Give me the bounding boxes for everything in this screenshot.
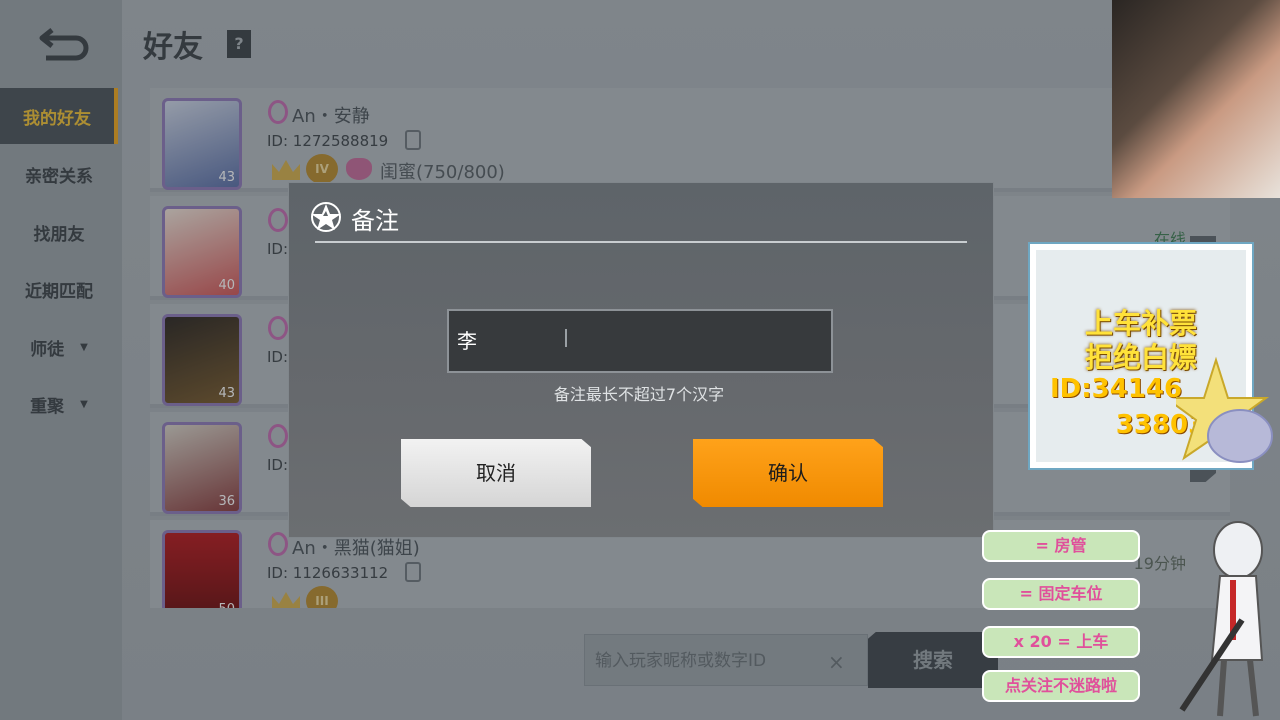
shell-icon (1176, 356, 1273, 463)
remark-dialog: 备注 李 备注最长不超过7个汉字 取消 确认 (288, 182, 994, 538)
webcam-overlay (1112, 0, 1280, 198)
overlay-sticker: = 房管 (982, 530, 1140, 562)
remark-input[interactable]: 李 (447, 309, 833, 373)
overlay-sticker: 点关注不迷路啦 (982, 670, 1140, 702)
cancel-button[interactable]: 取消 (401, 439, 591, 507)
overlay-sticker: = 固定车位 (982, 578, 1140, 610)
overlay-sticker: x 20 = 上车 (982, 626, 1140, 658)
divider (315, 241, 967, 243)
confirm-button[interactable]: 确认 (693, 439, 883, 507)
anime-character-illustration (1179, 521, 1264, 717)
dialog-title: 备注 (351, 207, 399, 235)
game-logo-icon (311, 202, 341, 232)
text-cursor-icon (565, 329, 567, 347)
remark-hint: 备注最长不超过7个汉字 (553, 385, 725, 404)
